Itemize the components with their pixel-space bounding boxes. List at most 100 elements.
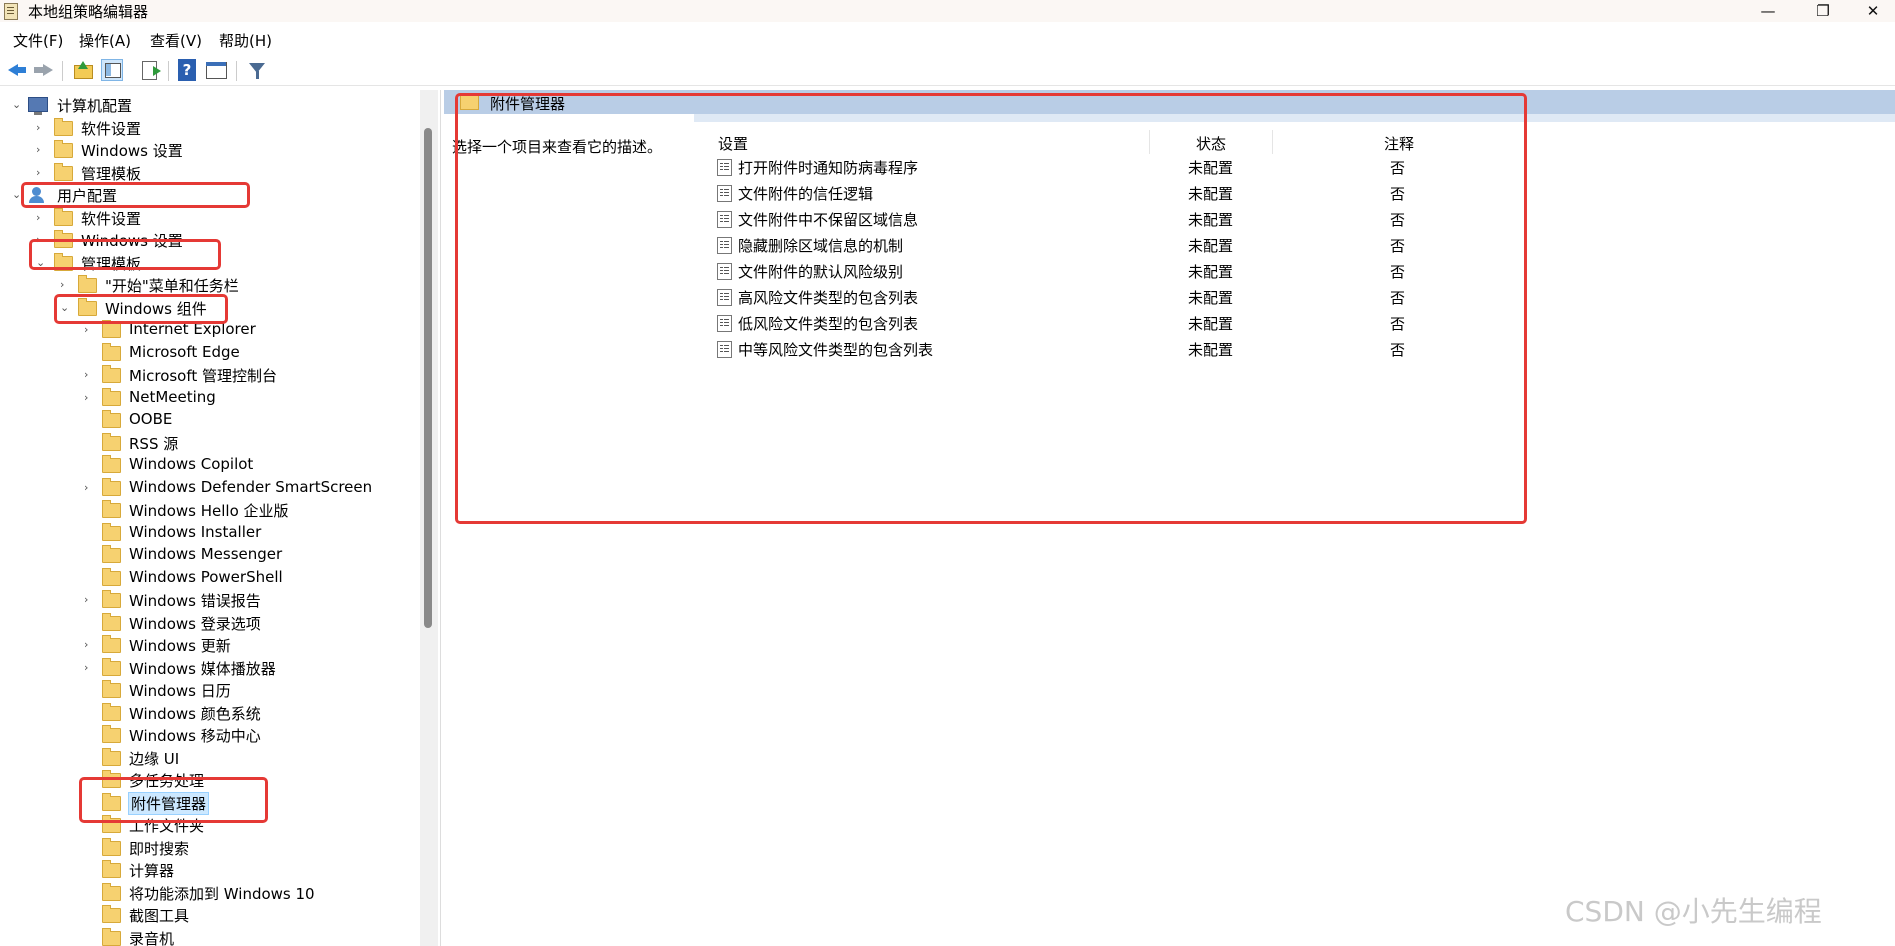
tree-node-label: Windows 错误报告	[129, 592, 261, 610]
menu-view[interactable]: 查看(V)	[150, 30, 202, 51]
tree-node-label: Windows Installer	[129, 522, 262, 541]
folder-icon	[102, 657, 121, 676]
toolbar-separator	[168, 61, 169, 81]
toolbar-separator	[62, 61, 63, 81]
folder-icon	[102, 522, 121, 541]
gpedit-app-icon	[4, 3, 18, 20]
folder-icon	[54, 117, 73, 136]
show-hide-tree-icon[interactable]	[101, 59, 123, 81]
forward-icon[interactable]	[33, 59, 55, 81]
up-folder-icon[interactable]	[72, 59, 94, 81]
tree-node-label: 边缘 UI	[129, 749, 180, 768]
folder-icon	[102, 837, 121, 856]
menu-file[interactable]: 文件(F)	[13, 30, 63, 51]
close-button[interactable]: ✕	[1850, 0, 1895, 22]
window-title: 本地组策略编辑器	[28, 3, 149, 21]
folder-icon	[102, 342, 121, 361]
tree-node-label: Windows 媒体播放器	[129, 659, 276, 678]
tree-node-label: RSS 源	[129, 434, 179, 453]
tree-node-label: Windows 移动中心	[129, 727, 261, 745]
folder-icon	[54, 207, 73, 226]
folder-icon	[54, 140, 73, 158]
tree-node-label: Windows 日历	[129, 682, 231, 700]
tree-node-label: Windows Copilot	[129, 455, 254, 473]
annotation-box-user-config	[21, 182, 250, 208]
folder-icon	[54, 162, 73, 181]
chevron-right-icon[interactable]: ›	[84, 387, 98, 409]
tree-node-label: Windows 更新	[129, 637, 231, 655]
tree-node-label: Windows Hello 企业版	[129, 502, 289, 520]
filter-icon[interactable]	[246, 59, 268, 81]
chevron-right-icon[interactable]: ›	[84, 634, 98, 656]
folder-icon	[102, 590, 121, 608]
folder-icon	[102, 905, 121, 923]
folder-icon	[78, 275, 97, 293]
tree-node-label: Windows 设置	[81, 142, 183, 160]
tree-node-label: Windows Defender SmartScreen	[129, 477, 373, 496]
chevron-down-icon[interactable]: ⌄	[12, 94, 26, 116]
tree-node-label: Microsoft 管理控制台	[129, 367, 278, 385]
folder-icon	[102, 567, 121, 586]
back-icon[interactable]	[6, 59, 28, 81]
tree-node-label: 即时搜索	[129, 839, 190, 858]
title-bar: 本地组策略编辑器 — ❐ ✕	[0, 0, 1895, 22]
folder-icon	[102, 635, 121, 653]
tree-node-label: 录音机	[129, 929, 175, 946]
annotation-box-attachment-manager	[79, 777, 268, 823]
tree-node-label: OOBE	[129, 410, 173, 428]
chevron-right-icon[interactable]: ›	[36, 162, 50, 184]
folder-icon	[102, 320, 121, 338]
folder-icon	[102, 725, 121, 743]
tree-node-label: 软件设置	[81, 119, 142, 138]
toolbar-separator	[236, 61, 237, 81]
tree-node-label: Microsoft Edge	[129, 342, 240, 361]
tree-node-label: 软件设置	[81, 209, 142, 228]
folder-icon	[102, 882, 121, 901]
annotation-box-details	[455, 93, 1527, 524]
menu-help[interactable]: 帮助(H)	[219, 30, 272, 51]
folder-icon	[102, 545, 121, 563]
folder-icon	[102, 432, 121, 451]
tree-node-label: 管理模板	[81, 164, 142, 183]
chevron-right-icon[interactable]: ›	[36, 139, 50, 161]
menu-bar: 文件(F) 操作(A) 查看(V) 帮助(H)	[0, 27, 1895, 51]
folder-icon	[102, 410, 121, 428]
folder-icon	[102, 477, 121, 496]
watermark: CSDN @小先生编程	[1565, 895, 1822, 928]
chevron-right-icon[interactable]: ›	[60, 274, 74, 296]
maximize-button[interactable]: ❐	[1800, 0, 1846, 22]
folder-icon	[102, 747, 121, 766]
tree-node-label: "开始"菜单和任务栏	[105, 277, 239, 295]
chevron-right-icon[interactable]: ›	[84, 589, 98, 611]
help-icon[interactable]: ?	[178, 59, 196, 81]
tree-node-label: NetMeeting	[129, 387, 216, 406]
folder-icon	[102, 702, 121, 721]
tree-node-label: 截图工具	[129, 907, 190, 925]
tree-scrollbar-thumb[interactable]	[424, 128, 432, 628]
folder-icon	[102, 927, 121, 946]
tree-node-label: 计算器	[129, 862, 175, 880]
tree-node-label: Windows Messenger	[129, 545, 283, 563]
menu-action[interactable]: 操作(A)	[79, 30, 131, 51]
folder-icon	[102, 387, 121, 406]
folder-icon	[102, 500, 121, 518]
folder-icon	[102, 860, 121, 878]
chevron-right-icon[interactable]: ›	[36, 207, 50, 229]
folder-icon	[102, 455, 121, 473]
folder-icon	[102, 612, 121, 631]
chevron-right-icon[interactable]: ›	[36, 117, 50, 139]
annotation-box-admin-templates	[29, 239, 221, 270]
chevron-right-icon[interactable]: ›	[84, 477, 98, 499]
tree-node-label: Windows 颜色系统	[129, 704, 261, 723]
annotation-box-windows-components	[54, 294, 228, 324]
chevron-right-icon[interactable]: ›	[84, 364, 98, 386]
properties-icon[interactable]	[205, 59, 227, 81]
computer-icon	[28, 97, 48, 115]
folder-icon	[102, 365, 121, 383]
folder-icon	[102, 680, 121, 698]
minimize-button[interactable]: —	[1745, 0, 1791, 22]
tree-node-label: 将功能添加到 Windows 10	[129, 884, 315, 903]
tree-node-label: Windows 登录选项	[129, 614, 261, 633]
export-list-icon[interactable]	[140, 59, 162, 81]
chevron-right-icon[interactable]: ›	[84, 657, 98, 679]
